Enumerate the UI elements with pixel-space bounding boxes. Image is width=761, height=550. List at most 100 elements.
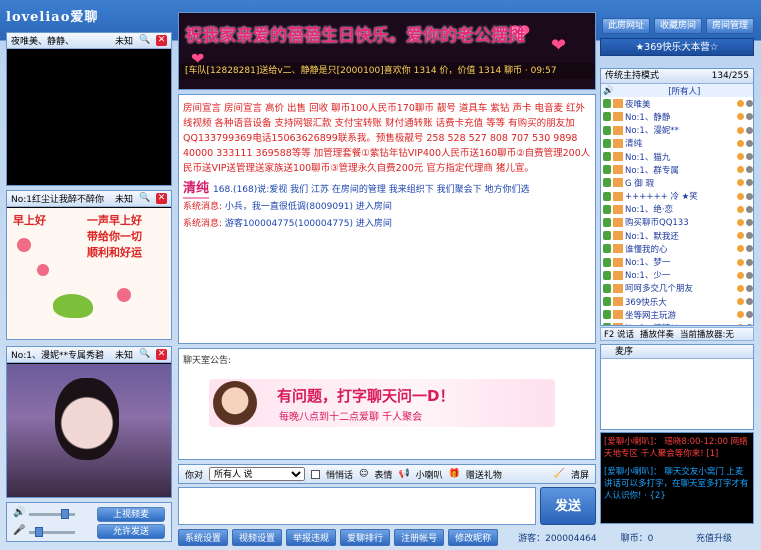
list-item[interactable]: No:1、糖糖** xyxy=(601,321,753,325)
list-item[interactable]: No:1、静静 xyxy=(601,110,753,123)
camera-icon xyxy=(746,311,753,319)
user-name: 清纯 xyxy=(625,139,643,150)
user-name: No:1、静静 xyxy=(625,112,671,123)
level-icon xyxy=(613,270,623,280)
camera-icon xyxy=(746,324,753,325)
system-message: 系统消息: 小兵，我一直很低调(8009091) 进入房间 xyxy=(183,199,591,216)
report-button[interactable]: 举报违规 xyxy=(286,528,337,546)
list-item[interactable]: 呵呵多交几个朋友 xyxy=(601,282,753,295)
horn-button[interactable]: 小喇叭 xyxy=(416,468,443,481)
user-name: 购买聊币QQ133 xyxy=(625,218,689,229)
user-count: 134/255 xyxy=(711,71,749,81)
list-item[interactable]: No:1、猫九 xyxy=(601,150,753,163)
level-icon xyxy=(613,112,623,122)
list-mode[interactable]: 传统主持模式 xyxy=(605,69,659,83)
camera-icon xyxy=(746,298,753,306)
caption-text: 一声早上好 xyxy=(87,214,142,227)
clear-screen-button[interactable]: 清屏 xyxy=(571,468,589,481)
mic-icon xyxy=(603,112,611,122)
user-name: G 御 瑕 xyxy=(625,178,654,189)
close-icon[interactable]: ✕ xyxy=(156,35,167,46)
app-window: loveliao爱聊 夜唯美、静静、 未知 🔍 ✕ No:1红尘让我醉不醉你 未… xyxy=(0,0,761,550)
user-name: No:1、漫妮** xyxy=(625,126,679,137)
level-icon xyxy=(613,283,623,293)
horn-icon[interactable]: 📢 xyxy=(398,469,409,479)
emoji-icon[interactable]: ☺ xyxy=(359,469,368,479)
video-panel-header: No:1、漫妮**专属秀碧 未知 🔍 ✕ xyxy=(7,347,171,363)
list-item[interactable]: 购买聊币QQ133 xyxy=(601,216,753,229)
recipient-select[interactable]: 所有人 说 xyxy=(209,467,306,481)
user-list[interactable]: 传统主持模式 134/255 🔊 [所有人] 夜唯美 No:1、静静 No:1、漫妮… xyxy=(600,68,754,326)
list-item[interactable]: 🔊 [所有人] xyxy=(601,84,753,98)
list-item[interactable]: No:1、漫妮** xyxy=(601,124,753,137)
level-icon xyxy=(613,204,623,214)
allow-send-button[interactable]: 允许发送 xyxy=(97,524,165,539)
level-icon xyxy=(613,231,623,241)
accompaniment-button[interactable]: 播放伴奏 xyxy=(640,328,674,340)
mic-queue[interactable]: 麦序 xyxy=(600,344,754,430)
broadcast-message: [爱聊小喇叭]： 聊天交友小窝门 上麦讲话可以多打字，在聊天室多打字才有人认识你… xyxy=(604,467,749,501)
list-item[interactable]: G 御 瑕 xyxy=(601,176,753,189)
list-item[interactable]: 清纯 xyxy=(601,137,753,150)
gift-icon[interactable]: 🎁 xyxy=(449,469,460,479)
send-button[interactable]: 发送 xyxy=(540,487,596,525)
list-item[interactable]: No:1、绝·恋 xyxy=(601,203,753,216)
list-item[interactable]: 夜唯美 xyxy=(601,97,753,110)
register-button[interactable]: 注册帐号 xyxy=(394,528,445,546)
video-mic-button[interactable]: 上视频麦 xyxy=(97,507,165,522)
camera-icon xyxy=(746,113,753,121)
video-panel-2: No:1红尘让我醉不醉你 未知 🔍 ✕ 早上好 一声早上好 带给你一切 顺利和好… xyxy=(6,190,172,340)
gift-button[interactable]: 赠送礼物 xyxy=(466,468,502,481)
volume-slider-handle[interactable] xyxy=(61,509,69,519)
system-message-text: 游客100004775(100004775) 进入房间 xyxy=(224,219,392,229)
upgrade-link[interactable]: 充值升级 xyxy=(696,531,732,544)
system-settings-button[interactable]: 系统设置 xyxy=(178,528,229,546)
broom-icon[interactable]: 🧹 xyxy=(554,469,565,479)
system-label: 系统消息: xyxy=(183,219,223,229)
video-user-name: No:1红尘让我醉不醉你 xyxy=(11,195,104,205)
badge-icon xyxy=(737,258,744,266)
message-input[interactable] xyxy=(178,487,536,525)
list-item[interactable]: 坐等网主玩游 xyxy=(601,308,753,321)
list-item[interactable]: No:1、群专属 xyxy=(601,163,753,176)
badge-icon xyxy=(737,139,744,147)
video-settings-button[interactable]: 视频设置 xyxy=(232,528,283,546)
ranking-button[interactable]: 爱聊排行 xyxy=(340,528,391,546)
list-item[interactable]: No:1、梦一 xyxy=(601,255,753,268)
level-icon xyxy=(613,99,623,109)
badge-icon xyxy=(737,232,744,240)
rename-button[interactable]: 修改昵称 xyxy=(448,528,499,546)
f2-speak-button[interactable]: F2 说话 xyxy=(604,328,634,340)
badge-icon xyxy=(737,271,744,279)
list-item[interactable]: No:1、默我还 xyxy=(601,229,753,242)
close-icon[interactable]: ✕ xyxy=(156,193,167,204)
list-item[interactable]: 369快乐大 xyxy=(601,295,753,308)
level-icon xyxy=(613,152,623,162)
to-label: 你对 xyxy=(185,470,204,481)
speaker-icon[interactable]: 🔊 xyxy=(13,507,25,518)
notice-ad[interactable]: 有问题，打字聊天问一D！ 每晚八点到十二点爱聊 千人聚会 xyxy=(209,379,555,427)
caption-text: 早上好 xyxy=(13,214,46,227)
list-item[interactable]: No:1、少一 xyxy=(601,269,753,282)
banner-message: 祝我家亲爱的蓓蓓生日快乐。爱你的老公摆摊 xyxy=(185,26,525,46)
current-player: 当前播放器:无 xyxy=(680,330,734,340)
video-panel-3: No:1、漫妮**专属秀碧 未知 🔍 ✕ xyxy=(6,346,172,498)
search-icon[interactable]: 🔍 xyxy=(139,349,150,360)
mic-icon[interactable]: 🎤 xyxy=(13,525,25,536)
room-url-button[interactable]: 此房网址 xyxy=(602,18,650,34)
person-face xyxy=(55,378,119,460)
search-icon[interactable]: 🔍 xyxy=(139,35,150,46)
list-item[interactable]: 谁懂我的心 xyxy=(601,242,753,255)
chat-area[interactable]: 房间宣言 房间宣言 高价 出售 回收 聊币100人民币170聊币 靓号 道具车 … xyxy=(178,94,596,344)
video-panel-header: No:1红尘让我醉不醉你 未知 🔍 ✕ xyxy=(7,191,171,207)
search-icon[interactable]: 🔍 xyxy=(139,193,150,204)
list-item[interactable]: ++++++ 冷 ★笑 xyxy=(601,190,753,203)
whisper-checkbox[interactable] xyxy=(311,469,321,479)
user-name: 坐等网主玩游 xyxy=(625,310,677,321)
emoji-button[interactable]: 表情 xyxy=(374,468,392,481)
favorite-room-button[interactable]: 收藏房间 xyxy=(654,18,702,34)
whisper-label: 悄悄话 xyxy=(326,470,354,481)
close-icon[interactable]: ✕ xyxy=(156,349,167,360)
mic-slider-handle[interactable] xyxy=(35,527,43,537)
room-admin-button[interactable]: 房间管理 xyxy=(706,18,754,34)
